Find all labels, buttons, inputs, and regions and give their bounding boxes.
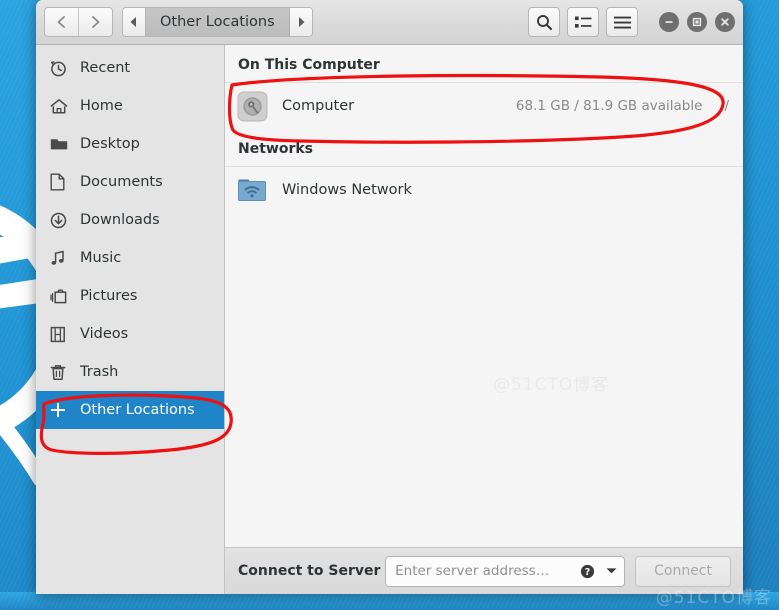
- svg-text:?: ?: [585, 567, 591, 578]
- list-item-mountpoint: /: [724, 98, 729, 114]
- search-button[interactable]: [528, 7, 560, 37]
- section-header-networks: Networks: [238, 141, 314, 157]
- server-address-input[interactable]: [395, 563, 577, 579]
- sidebar-item-label: Videos: [80, 326, 129, 342]
- triangle-right-icon: [298, 17, 305, 27]
- sidebar-item-music[interactable]: Music: [36, 239, 224, 277]
- hard-drive-icon: [237, 91, 273, 122]
- desktop-lower-band: [0, 592, 779, 610]
- plus-icon: [50, 402, 72, 418]
- sidebar-item-label: Home: [80, 98, 123, 114]
- sidebar-item-label: Recent: [80, 60, 131, 76]
- main-menu-button[interactable]: [606, 7, 638, 37]
- sidebar-item-label: Documents: [80, 174, 163, 190]
- maximize-icon: [692, 17, 702, 27]
- watermark: @51CTO博客: [493, 375, 610, 395]
- locations-list[interactable]: On This Computer Computer 68.1 GB / 81.9…: [225, 45, 743, 547]
- maximize-button[interactable]: [687, 12, 707, 32]
- forward-button[interactable]: [78, 8, 112, 36]
- folder-icon: [50, 136, 72, 152]
- view-options-button[interactable]: [567, 7, 599, 37]
- sidebar-item-downloads[interactable]: Downloads: [36, 201, 224, 239]
- connect-button[interactable]: Connect: [635, 555, 731, 587]
- list-item-capacity: 68.1 GB / 81.9 GB available: [515, 98, 703, 114]
- list-item-windows-network[interactable]: Windows Network: [225, 167, 743, 213]
- pictures-icon: [50, 288, 72, 305]
- headerbar-actions: [528, 7, 735, 37]
- sidebar-item-documents[interactable]: Documents: [36, 163, 224, 201]
- file-manager-window: Other Locations Recent Home Desktop Docu…: [36, 0, 743, 594]
- path-scroll-right-button[interactable]: [289, 8, 312, 36]
- document-icon: [50, 173, 72, 191]
- sidebar-item-pictures[interactable]: Pictures: [36, 277, 224, 315]
- sidebar-item-videos[interactable]: Videos: [36, 315, 224, 353]
- desktop-background: Other Locations Recent Home Desktop Docu…: [0, 0, 779, 610]
- clock-icon: [50, 60, 72, 77]
- minimize-button[interactable]: [659, 12, 679, 32]
- network-folder-icon: [237, 177, 273, 204]
- chevron-left-icon: [57, 16, 65, 28]
- sidebar-item-desktop[interactable]: Desktop: [36, 125, 224, 163]
- breadcrumb: Other Locations: [122, 7, 313, 37]
- back-button[interactable]: [45, 8, 78, 36]
- window-body: Recent Home Desktop Documents Downloads …: [36, 45, 743, 594]
- connect-to-server-bar: Connect to Server ?: [225, 547, 743, 594]
- close-button[interactable]: [715, 12, 735, 32]
- sidebar-item-label: Pictures: [80, 288, 138, 304]
- music-note-icon: [50, 250, 72, 267]
- chevron-right-icon: [92, 16, 100, 28]
- content-area: On This Computer Computer 68.1 GB / 81.9…: [225, 45, 743, 594]
- sidebar-item-label: Desktop: [80, 136, 140, 152]
- help-circle-icon[interactable]: ?: [580, 564, 595, 579]
- sidebar-item-home[interactable]: Home: [36, 87, 224, 125]
- sidebar-item-trash[interactable]: Trash: [36, 353, 224, 391]
- list-item-computer[interactable]: Computer 68.1 GB / 81.9 GB available /: [225, 83, 743, 129]
- triangle-left-icon: [130, 17, 136, 27]
- connect-to-server-label: Connect to Server: [238, 563, 381, 579]
- sidebar-item-label: Music: [80, 250, 122, 266]
- sidebar-item-other-locations[interactable]: Other Locations: [36, 391, 224, 429]
- section-header-on-this-computer: On This Computer: [238, 57, 380, 73]
- search-icon: [536, 14, 552, 30]
- list-item-name: Windows Network: [282, 182, 412, 198]
- hamburger-menu-icon: [613, 16, 631, 28]
- navigation-button-group: [44, 7, 113, 37]
- window-controls: [659, 12, 735, 32]
- window-headerbar: Other Locations: [36, 0, 743, 45]
- download-icon: [50, 212, 72, 229]
- film-icon: [50, 326, 72, 343]
- sidebar-item-recent[interactable]: Recent: [36, 49, 224, 87]
- list-item-name: Computer: [282, 98, 355, 114]
- breadcrumb-item-other-locations[interactable]: Other Locations: [145, 8, 290, 36]
- close-icon: [721, 18, 729, 26]
- sidebar-item-label: Trash: [80, 364, 119, 380]
- sidebar-item-label: Downloads: [80, 212, 160, 228]
- minimize-icon: [665, 21, 673, 23]
- path-scroll-left-button[interactable]: [123, 8, 145, 36]
- trash-icon: [50, 364, 72, 381]
- sidebar: Recent Home Desktop Documents Downloads …: [36, 45, 225, 594]
- chevron-down-icon[interactable]: [606, 567, 617, 575]
- list-view-icon: [574, 16, 591, 28]
- home-icon: [50, 98, 72, 115]
- server-address-entry[interactable]: ?: [385, 555, 626, 587]
- sidebar-item-label: Other Locations: [80, 402, 195, 418]
